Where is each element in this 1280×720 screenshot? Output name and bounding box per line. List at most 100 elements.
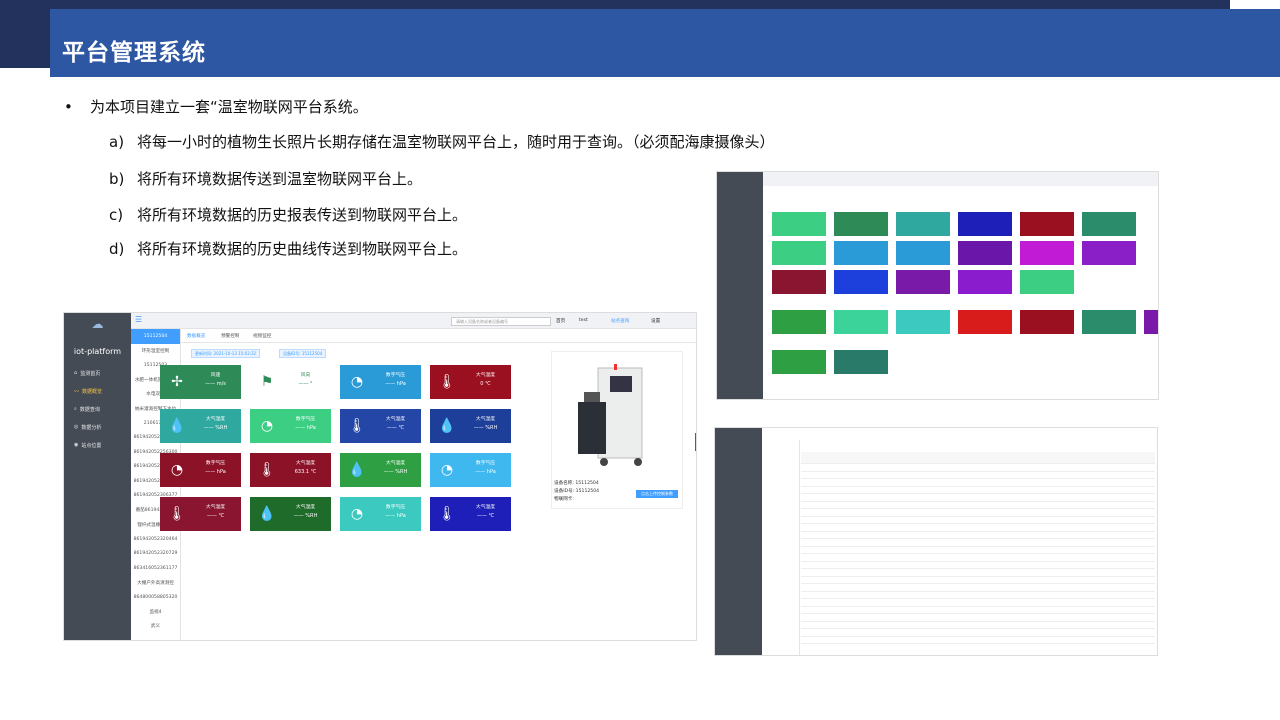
- search-input[interactable]: 请输入设备名称或者设备编号: [451, 317, 551, 326]
- sensor-value: —— ℃: [386, 425, 405, 431]
- droplet-icon: 💧: [438, 418, 456, 434]
- menu-home[interactable]: ⌂ 监测首页: [64, 364, 131, 382]
- tab-overview[interactable]: 数据概览: [187, 333, 205, 339]
- device-list-item[interactable]: 864800058805320: [131, 590, 180, 605]
- update-time-chip: 更新时间: 2021-10-13 15:03:32: [191, 349, 261, 358]
- table-row: [801, 607, 1155, 614]
- menu-toggle-icon[interactable]: ☰: [135, 315, 142, 324]
- thumb-tile: [896, 270, 950, 294]
- thumb-tile: [1082, 241, 1136, 265]
- sensor-card: 🌡 大气温度 —— ℃: [160, 497, 241, 531]
- top-link-settings[interactable]: 设置: [651, 318, 660, 324]
- top-strip: [0, 0, 1230, 9]
- device-card: 物联网卡:: [554, 497, 574, 502]
- tab-alarm[interactable]: 预警控制: [221, 333, 239, 339]
- thumb-tile: [772, 241, 826, 265]
- menu-overview[interactable]: 〰数据概览: [64, 382, 131, 400]
- menu-analysis[interactable]: ◎ 数据分析: [64, 418, 131, 436]
- item-d: d) 将所有环境数据的历史曲线传送到物联网平台上。: [109, 240, 468, 258]
- sensor-card: ◔ 数字气压 —— hPa: [340, 365, 421, 399]
- thumb-tile: [772, 212, 826, 236]
- sensor-name: 风向: [300, 373, 311, 378]
- upload-params-button[interactable]: 点击上传控制参数: [636, 490, 678, 498]
- sensor-value: —— m/s: [205, 381, 226, 387]
- sensor-name: 大气温度: [385, 461, 406, 466]
- sensor-name: 大气湿度: [205, 417, 226, 422]
- gauge-icon: ◔: [170, 462, 184, 478]
- thumb-tile: [958, 270, 1012, 294]
- thumb-tile: [896, 212, 950, 236]
- table-row: [801, 487, 1155, 494]
- search-icon: ⌕: [74, 406, 77, 412]
- table-row: [801, 599, 1155, 607]
- thumb-tile: [958, 310, 1012, 334]
- thumb-tile: [834, 212, 888, 236]
- device-list-item[interactable]: 监视4: [131, 605, 180, 620]
- sensor-card: 🌡 大气温度 0 ℃: [430, 365, 511, 399]
- table-row: [801, 494, 1155, 502]
- app-sidebar: ☁ iot-platform ⌂ 监测首页 〰数据概览 ⌕ 数据查询 ◎ 数据分析 ◉…: [64, 313, 131, 640]
- report-thumbnail: [714, 427, 1158, 656]
- thermometer-icon: 🌡: [168, 506, 186, 522]
- sensor-name: 大气温度: [475, 373, 496, 378]
- thumb-tile: [1020, 270, 1074, 294]
- top-link-site[interactable]: 站点查询: [611, 318, 629, 324]
- bullet-text: 为本项目建立一套“温室物联网平台系统。: [90, 98, 368, 116]
- sensor-card: ◔ 数字气压 —— hPa: [250, 409, 331, 443]
- thumb-tile: [772, 350, 826, 374]
- sensor-value: —— hPa: [205, 469, 226, 475]
- thumb-tile: [1020, 241, 1074, 265]
- thumb-tile: [834, 270, 888, 294]
- sensor-value: —— hPa: [475, 469, 496, 475]
- sensor-name: 数字气压: [205, 461, 226, 466]
- device-list-item[interactable]: 15112504: [131, 329, 180, 344]
- thumb-tile: [958, 241, 1012, 265]
- app-brand: iot-platform: [73, 347, 122, 356]
- thumb-tile: [772, 270, 826, 294]
- thumb-tile: [1144, 310, 1158, 334]
- slide-title: 平台管理系统: [62, 40, 206, 66]
- top-link-home[interactable]: 首页: [556, 318, 565, 324]
- table-row: [801, 452, 1155, 464]
- menu-location[interactable]: ◉ 站点位置: [64, 436, 131, 454]
- windsock-icon: ⚑: [260, 374, 274, 390]
- sensor-card: ◔ 数字气压 —— hPa: [160, 453, 241, 487]
- sensor-card: 🌡 大气温度 —— ℃: [430, 497, 511, 531]
- droplet-icon: 💧: [348, 462, 366, 478]
- device-list-item[interactable]: 环形温室控制: [131, 344, 180, 359]
- table-row: [801, 524, 1155, 532]
- sensor-name: 大气湿度: [475, 417, 496, 422]
- item-b: b) 将所有环境数据传送到温室物联网平台上。: [109, 170, 423, 188]
- device-id: 设备ID号: 15112504: [554, 489, 600, 494]
- table-row: [801, 577, 1155, 584]
- scrollbar[interactable]: [695, 433, 696, 451]
- sensor-name: 大气湿度: [295, 505, 316, 510]
- device-list-item[interactable]: 大棚户外高清测控: [131, 576, 180, 591]
- device-list-item[interactable]: 861942052320729: [131, 547, 180, 562]
- sensor-name: 大气温度: [385, 417, 406, 422]
- analysis-icon: ◎: [74, 424, 79, 430]
- table-row: [801, 532, 1155, 539]
- droplet-icon: 💧: [168, 418, 186, 434]
- table-row: [801, 554, 1155, 562]
- tab-video[interactable]: 视频监控: [253, 333, 271, 339]
- device-list-item[interactable]: 武义: [131, 619, 180, 634]
- pin-icon: ◉: [74, 442, 79, 448]
- sensor-value: —— %RH: [383, 469, 408, 475]
- sensor-card: 🌡 大气温度 —— ℃: [340, 409, 421, 443]
- sensor-card: 💧 大气温度 —— %RH: [340, 453, 421, 487]
- title-accent: [0, 9, 50, 68]
- table-row: [801, 614, 1155, 622]
- table-row: [801, 562, 1155, 569]
- gauge-icon: ◔: [440, 462, 454, 478]
- menu-query[interactable]: ⌕ 数据查询: [64, 400, 131, 418]
- table-row: [801, 622, 1155, 629]
- droplet-icon: 💧: [258, 506, 276, 522]
- thumb-tile: [1082, 212, 1136, 236]
- table-row: [801, 472, 1155, 479]
- sensor-name: 数字气压: [385, 505, 406, 510]
- thumb-tile: [772, 310, 826, 334]
- sensor-value: —— ℃: [206, 513, 225, 519]
- top-link-user[interactable]: test: [579, 318, 588, 323]
- device-list-item[interactable]: 863416052361177: [131, 561, 180, 576]
